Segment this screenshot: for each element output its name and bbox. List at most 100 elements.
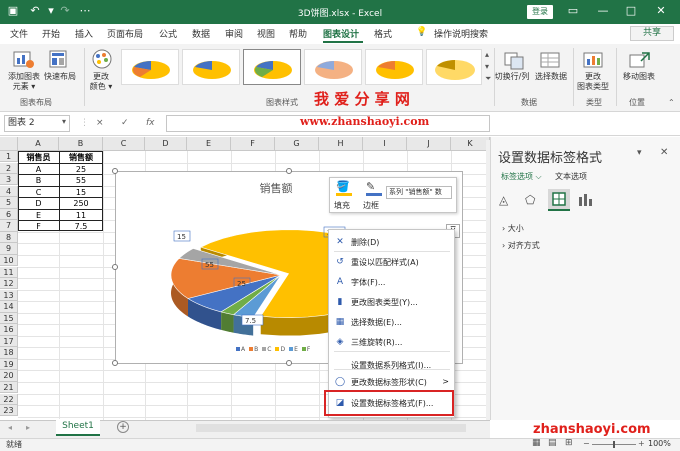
row-header[interactable]: 19 <box>0 358 18 371</box>
legend-entry[interactable]: D <box>275 346 285 353</box>
select-data-icon[interactable] <box>538 50 562 70</box>
row-header[interactable]: 6 <box>0 208 18 221</box>
pane-options-icon[interactable]: ▾ <box>637 148 642 158</box>
column-header-b[interactable]: B <box>59 137 103 151</box>
normal-view-icon[interactable]: ▦ <box>532 438 541 448</box>
label-options-icon[interactable] <box>576 190 594 208</box>
chart-style-2[interactable] <box>182 49 240 85</box>
horizontal-scrollbar[interactable] <box>196 424 466 432</box>
insert-function-icon[interactable]: fx <box>146 118 155 128</box>
row-header[interactable]: 1 <box>0 151 18 163</box>
name-box-dropdown-icon[interactable]: ▾ <box>62 117 66 126</box>
tab-text-options[interactable]: 文本选项 <box>555 171 587 182</box>
pie-slice-side[interactable] <box>221 311 234 333</box>
data-label[interactable]: 7.5 <box>241 314 264 326</box>
row-header[interactable]: 17 <box>0 335 18 348</box>
column-header-d[interactable]: D <box>145 137 187 151</box>
column-header-f[interactable]: F <box>231 137 275 151</box>
context-menu-item[interactable]: ◯ 更改数据标签形状(C) > <box>328 372 455 392</box>
row-header[interactable]: 15 <box>0 312 18 325</box>
prev-sheet-icon[interactable]: ◂ <box>8 423 12 432</box>
row-header[interactable]: 10 <box>0 254 18 267</box>
chart-legend[interactable]: A B C D E F <box>236 346 336 356</box>
legend-entry[interactable]: C <box>262 346 271 353</box>
login-button[interactable]: 登录 <box>527 5 553 19</box>
tell-me-search[interactable]: 操作说明搜索 <box>434 27 488 40</box>
row-header[interactable]: 7 <box>0 220 18 232</box>
page-layout-view-icon[interactable]: ▤ <box>548 438 557 448</box>
column-header-j[interactable]: J <box>407 137 451 151</box>
move-chart-icon[interactable] <box>627 50 651 70</box>
column-header-k[interactable]: K <box>451 137 490 151</box>
cancel-icon[interactable]: × <box>96 118 104 128</box>
resize-handle[interactable] <box>112 168 118 174</box>
sheet-tab-sheet1[interactable]: Sheet1 <box>56 419 100 436</box>
fill-label[interactable]: 填充 <box>334 200 350 211</box>
row-header[interactable]: 12 <box>0 278 18 290</box>
styles-scroll-up-icon[interactable]: ▴ <box>485 50 489 59</box>
row-header[interactable]: 22 <box>0 393 18 405</box>
tab-format[interactable]: 格式 <box>374 27 392 40</box>
column-header-g[interactable]: G <box>275 137 319 151</box>
zoom-level[interactable]: 100% <box>648 439 671 448</box>
resize-handle[interactable] <box>286 168 292 174</box>
resize-handle[interactable] <box>112 264 118 270</box>
row-header[interactable]: 9 <box>0 243 18 255</box>
column-header-i[interactable]: I <box>363 137 407 151</box>
outline-label[interactable]: 边框 <box>363 200 379 211</box>
legend-entry[interactable]: E <box>289 346 298 353</box>
row-header[interactable]: 18 <box>0 347 18 359</box>
legend-entry[interactable]: F <box>301 346 310 353</box>
row-header[interactable]: 21 <box>0 382 18 394</box>
pane-close-icon[interactable]: ✕ <box>660 147 668 158</box>
context-menu-item[interactable]: ↺ 重设以匹配样式(A) <box>328 252 455 272</box>
legend-entry[interactable]: A <box>236 346 245 353</box>
enter-icon[interactable]: ✓ <box>121 118 129 128</box>
row-header[interactable]: 4 <box>0 185 18 198</box>
collapse-ribbon-icon[interactable]: ⌃ <box>668 98 675 107</box>
chart-style-3[interactable] <box>243 49 301 85</box>
name-box[interactable]: 图表 2 <box>4 115 70 132</box>
chart-style-6[interactable] <box>426 49 482 85</box>
share-button[interactable]: 共享 <box>630 26 674 41</box>
row-header[interactable]: 8 <box>0 231 18 244</box>
context-menu-item[interactable]: ▮ 更改图表类型(Y)... <box>328 292 455 312</box>
section-alignment[interactable]: › 对齐方式 <box>502 240 540 251</box>
quick-layout-icon[interactable] <box>46 48 72 70</box>
tab-home[interactable]: 开始 <box>42 27 60 40</box>
column-header-e[interactable]: E <box>187 137 231 151</box>
effects-icon[interactable]: ⬠ <box>525 193 535 207</box>
context-menu-item[interactable]: ✕ 删除(D) <box>328 232 455 252</box>
styles-scroll-down-icon[interactable]: ▾ <box>485 62 489 71</box>
fill-line-icon[interactable]: ◬ <box>499 193 508 207</box>
row-header[interactable]: 5 <box>0 197 18 209</box>
tab-formulas[interactable]: 公式 <box>159 27 177 40</box>
change-chart-type-icon[interactable] <box>581 50 605 70</box>
resize-handle[interactable] <box>112 360 118 366</box>
column-header-a[interactable]: A <box>18 137 59 151</box>
outline-icon[interactable]: ✎ <box>366 180 382 194</box>
close-icon[interactable]: ✕ <box>654 4 668 18</box>
tab-chart-design[interactable]: 图表设计 <box>323 27 359 40</box>
row-header[interactable]: 20 <box>0 370 18 382</box>
palette-icon[interactable] <box>90 48 114 70</box>
row-header[interactable]: 14 <box>0 301 18 313</box>
row-header[interactable]: 23 <box>0 405 18 417</box>
legend-entry[interactable]: B <box>249 346 258 353</box>
context-menu-item[interactable]: ▦ 选择数据(E)... <box>328 312 455 332</box>
tab-view[interactable]: 视图 <box>257 27 275 40</box>
row-header[interactable]: 13 <box>0 289 18 301</box>
maximize-icon[interactable]: □ <box>624 4 638 18</box>
next-sheet-icon[interactable]: ▸ <box>26 423 30 432</box>
zoom-slider-thumb[interactable] <box>613 441 615 448</box>
chart-style-1[interactable] <box>121 49 179 85</box>
row-header[interactable]: 11 <box>0 266 18 278</box>
ribbon-display-icon[interactable]: ▭ <box>566 4 580 18</box>
chart-style-5[interactable] <box>365 49 423 85</box>
zoom-in-icon[interactable]: + <box>638 439 645 448</box>
column-header-c[interactable]: C <box>103 137 145 151</box>
tab-label-options[interactable]: 标签选项 ⌵ <box>501 171 542 182</box>
data-label[interactable]: 15 <box>173 230 191 242</box>
resize-handle[interactable] <box>286 360 292 366</box>
page-break-view-icon[interactable]: ⊞ <box>565 438 573 448</box>
